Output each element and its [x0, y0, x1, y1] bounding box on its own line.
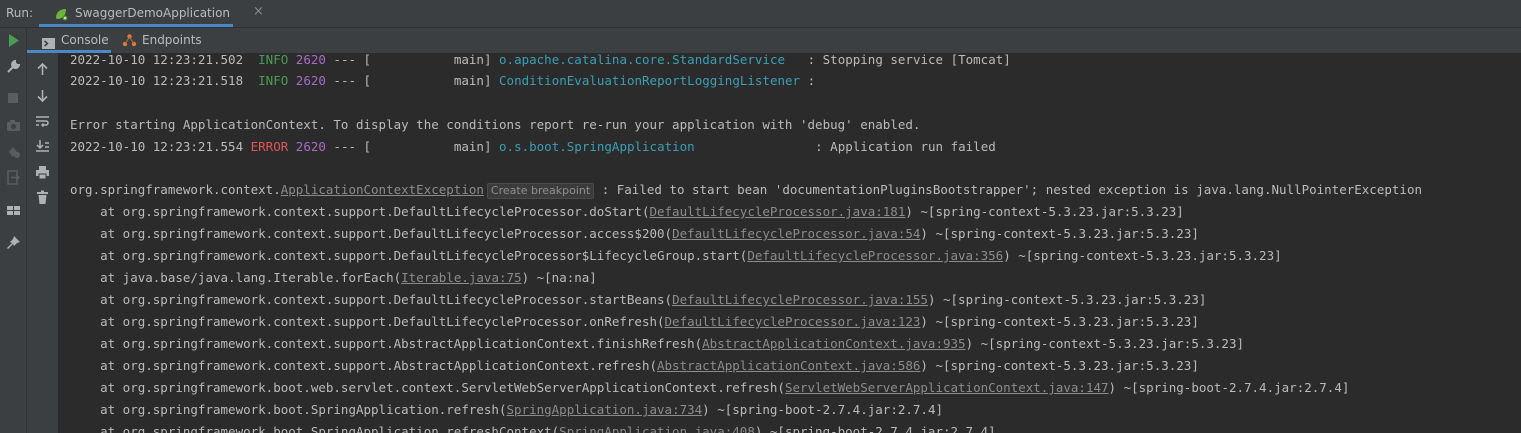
log-line: Error starting ApplicationContext. To di… [70, 117, 921, 132]
arrow-down-icon[interactable] [34, 87, 51, 104]
trash-icon[interactable] [34, 189, 51, 206]
scroll-end-icon[interactable] [34, 138, 51, 155]
run-tool-window: Run: SwaggerDemoApplication × Console En… [0, 0, 1521, 433]
layout-icon[interactable] [5, 202, 22, 219]
log-line: 2022-10-10 12:23:21.518 INFO 2620 --- [ … [70, 73, 816, 88]
subtabs: Console Endpoints [27, 28, 1521, 53]
stack-line: at java.base/java.lang.Iterable.forEach(… [70, 270, 597, 285]
source-link[interactable]: AbstractApplicationContext.java:935 [702, 336, 965, 351]
source-link[interactable]: DefaultLifecycleProcessor.java:356 [747, 248, 1003, 263]
console-icon [42, 34, 55, 53]
stack-line: at org.springframework.context.support.D… [70, 226, 1199, 241]
run-label: Run: [6, 6, 34, 20]
debug-icon[interactable] [5, 143, 22, 160]
stack-line: at org.springframework.boot.web.servlet.… [70, 380, 1350, 395]
source-link[interactable]: AbstractApplicationContext.java:586 [657, 358, 920, 373]
log-level: ERROR [250, 139, 289, 154]
wrench-icon[interactable] [5, 58, 22, 75]
run-header: Run: SwaggerDemoApplication × [0, 0, 1521, 28]
exception-class-link[interactable]: ApplicationContextException [281, 182, 484, 197]
stack-line: at org.springframework.context.support.D… [70, 292, 1207, 307]
source-link[interactable]: DefaultLifecycleProcessor.java:155 [672, 292, 928, 307]
source-link[interactable]: Iterable.java:75 [401, 270, 521, 285]
console-output[interactable]: 2022-10-10 12:23:21.502 INFO 2620 --- [ … [58, 53, 1521, 433]
arrow-up-icon[interactable] [34, 61, 51, 78]
print-icon[interactable] [34, 164, 51, 181]
close-icon[interactable]: × [253, 4, 264, 19]
stack-line: at org.springframework.context.support.D… [70, 204, 1184, 219]
tab-label: SwaggerDemoApplication [75, 6, 231, 20]
log-line: 2022-10-10 12:23:21.554 ERROR 2620 --- [… [70, 139, 996, 154]
source-link[interactable]: ServletWebServerApplicationContext.java:… [785, 380, 1109, 395]
log-level: INFO [258, 73, 289, 88]
create-breakpoint-button[interactable]: Create breakpoint [486, 183, 595, 199]
stack-line: at org.springframework.context.support.D… [70, 248, 1282, 263]
log-line: 2022-10-10 12:23:21.502 INFO 2620 --- [ … [70, 53, 1011, 67]
stack-line: at org.springframework.context.support.A… [70, 336, 1245, 351]
log-pid: 2620 [295, 139, 326, 154]
log-logger: o.apache.catalina.core.StandardService [499, 53, 786, 67]
exit-icon[interactable] [5, 169, 22, 186]
stack-line: at org.springframework.context.support.D… [70, 314, 1199, 329]
stack-line: at org.springframework.context.support.A… [70, 358, 1199, 373]
exception-line: org.springframework.context.ApplicationC… [70, 182, 1422, 199]
endpoints-icon [122, 33, 137, 52]
source-link[interactable]: DefaultLifecycleProcessor.java:181 [649, 204, 905, 219]
source-link[interactable]: SpringApplication.java:734 [507, 402, 703, 417]
tab-swagger-demo-application[interactable]: SwaggerDemoApplication × [39, 0, 264, 27]
tab-console[interactable]: Console [27, 28, 111, 53]
log-logger: ConditionEvaluationReportLoggingListener [499, 73, 801, 88]
tab-endpoints[interactable]: Endpoints [111, 28, 211, 53]
pin-icon[interactable] [5, 234, 22, 251]
console-toolbar [27, 53, 58, 433]
stack-line: at org.springframework.boot.SpringApplic… [70, 402, 943, 417]
spring-boot-icon [54, 6, 68, 21]
tab-console-label: Console [61, 33, 109, 47]
run-icon[interactable] [5, 32, 22, 49]
log-pid: 2620 [295, 73, 326, 88]
source-link[interactable]: SpringApplication.java:408 [559, 424, 755, 433]
stack-line: at org.springframework.boot.SpringApplic… [70, 424, 996, 433]
tab-endpoints-label: Endpoints [142, 33, 202, 47]
camera-icon[interactable] [5, 117, 22, 134]
source-link[interactable]: DefaultLifecycleProcessor.java:123 [665, 314, 921, 329]
soft-wrap-icon[interactable] [34, 113, 51, 130]
stop-icon[interactable] [5, 90, 22, 107]
log-logger: o.s.boot.SpringApplication [499, 139, 695, 154]
log-level: INFO [258, 53, 289, 67]
log-pid: 2620 [295, 53, 326, 67]
source-link[interactable]: DefaultLifecycleProcessor.java:54 [672, 226, 920, 241]
left-toolbar [0, 28, 27, 433]
